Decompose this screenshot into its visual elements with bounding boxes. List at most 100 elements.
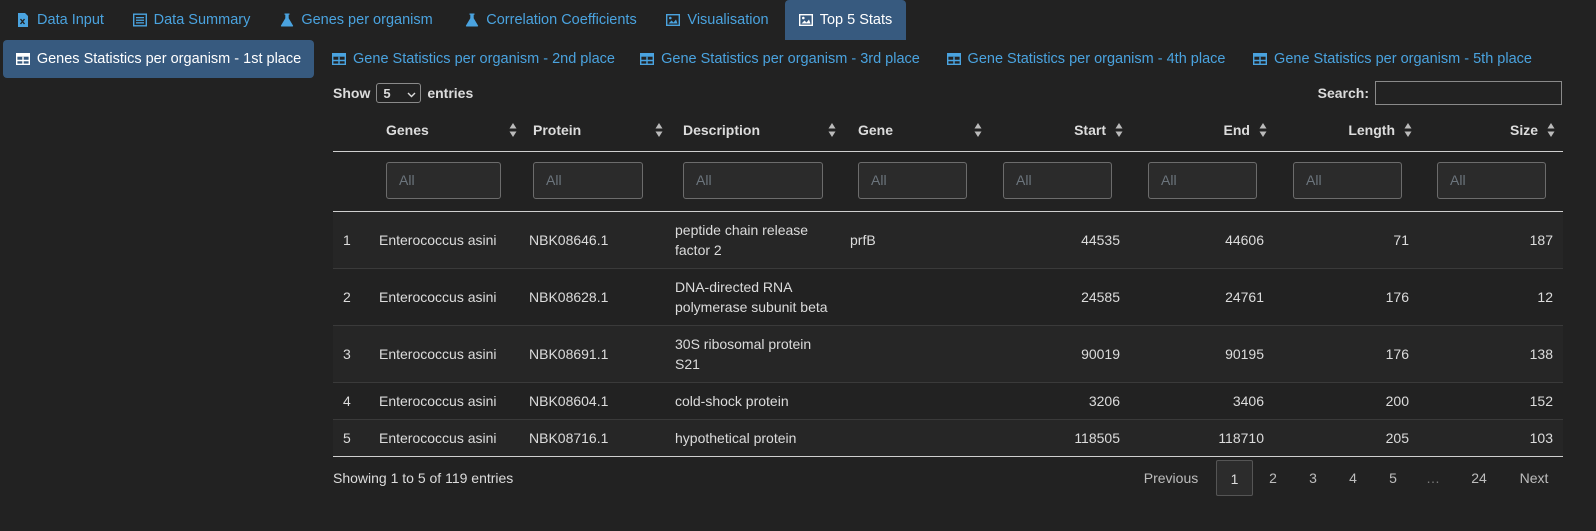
column-header-gene[interactable]: Gene [858, 110, 893, 151]
column-header-genes[interactable]: Genes [386, 110, 429, 151]
filter-length[interactable]: All [1293, 162, 1402, 199]
cell-size: 152 [1529, 393, 1553, 409]
cell-protein: NBK08716.1 [529, 430, 609, 446]
pagination-page-24[interactable]: 24 [1456, 460, 1502, 496]
filter-gene[interactable]: All [858, 162, 967, 199]
tab-data-input[interactable]: Data Input [8, 0, 112, 40]
cell-end: 90195 [1225, 346, 1264, 362]
pagination-ellipsis: … [1426, 470, 1440, 486]
filter-end[interactable]: All [1148, 162, 1257, 199]
pagination-previous[interactable]: Previous [1130, 460, 1212, 496]
tab-correlation-coefficients[interactable]: Correlation Coefficients [456, 0, 646, 40]
tab-label: Correlation Coefficients [486, 12, 637, 28]
cell-length: 176 [1385, 346, 1409, 362]
table-bottom-border [333, 456, 1563, 457]
table-header: Genes Protein Description Gene Start End… [333, 110, 1563, 152]
cell-protein: NBK08604.1 [529, 393, 609, 409]
pagination-page-3[interactable]: 3 [1295, 460, 1331, 496]
filter-protein[interactable]: All [533, 162, 643, 199]
column-header-start[interactable]: Start [1003, 110, 1106, 151]
table-icon [15, 52, 30, 66]
sort-icon [1115, 122, 1123, 141]
subtab-3rd-place[interactable]: Gene Statistics per organism - 3rd place [632, 40, 928, 78]
subtab-label: Gene Statistics per organism - 5th place [1274, 51, 1532, 67]
search-input[interactable] [1375, 81, 1562, 105]
subtab-5th-place[interactable]: Gene Statistics per organism - 5th place [1245, 40, 1540, 78]
sort-icon [1259, 122, 1267, 141]
column-header-size[interactable]: Size [1433, 110, 1538, 151]
show-label: Show [333, 85, 371, 101]
cell-protein: NBK08691.1 [529, 346, 609, 362]
tab-genes-per-organism[interactable]: Genes per organism [271, 0, 442, 40]
entries-per-page-select[interactable]: 5 [376, 83, 422, 103]
entries-length-control: Show 5 entries [333, 82, 473, 104]
table-row[interactable]: 5 Enterococcus asini NBK08716.1 hypothet… [333, 420, 1563, 456]
tab-label: Data Input [37, 12, 104, 28]
cell-start: 118505 [1074, 430, 1120, 446]
cell-length: 200 [1385, 393, 1409, 409]
cell-start: 44535 [1081, 232, 1120, 248]
sort-icon [974, 122, 982, 141]
row-index: 5 [343, 430, 351, 446]
sort-icon [828, 122, 836, 141]
filter-start[interactable]: All [1003, 162, 1112, 199]
column-header-description[interactable]: Description [683, 110, 760, 151]
cell-end: 3406 [1232, 393, 1264, 409]
tab-data-summary[interactable]: Data Summary [126, 0, 257, 40]
table-row[interactable]: 3 Enterococcus asini NBK08691.1 30S ribo… [333, 326, 1563, 383]
cell-start: 24585 [1081, 289, 1120, 305]
pagination-page-4[interactable]: 4 [1335, 460, 1371, 496]
pagination-page-5[interactable]: 5 [1375, 460, 1411, 496]
cell-end: 44606 [1225, 232, 1264, 248]
tab-top-5-stats[interactable]: Top 5 Stats [785, 0, 906, 40]
flask-icon [465, 13, 479, 27]
column-header-protein[interactable]: Protein [533, 110, 581, 151]
cell-size: 187 [1529, 232, 1553, 248]
cell-length: 205 [1385, 430, 1409, 446]
row-index: 3 [343, 346, 351, 362]
cell-end: 118710 [1218, 430, 1264, 446]
tab-visualisation[interactable]: Visualisation [659, 0, 776, 40]
cell-protein: NBK08646.1 [529, 232, 609, 248]
filter-description[interactable]: All [683, 162, 823, 199]
file-excel-icon [16, 13, 30, 27]
cell-description: cold-shock protein [675, 393, 789, 409]
cell-genes: Enterococcus asini [379, 430, 497, 446]
flask-icon [280, 13, 294, 27]
cell-size: 12 [1537, 289, 1553, 305]
sort-icon [1547, 122, 1555, 141]
cell-description: peptide chain release factor 2 [675, 222, 809, 258]
cell-size: 138 [1529, 346, 1553, 362]
row-index: 2 [343, 289, 351, 305]
row-index: 1 [343, 232, 351, 248]
cell-genes: Enterococcus asini [379, 393, 497, 409]
data-table: Genes Protein Description Gene Start End… [333, 110, 1563, 457]
row-index: 4 [343, 393, 351, 409]
cell-description: 30S ribosomal protein S21 [675, 336, 812, 372]
subtab-4th-place[interactable]: Gene Statistics per organism - 4th place [939, 40, 1233, 78]
cell-genes: Enterococcus asini [379, 232, 497, 248]
column-header-length[interactable]: Length [1283, 110, 1395, 151]
pagination-page-2[interactable]: 2 [1255, 460, 1291, 496]
table-row[interactable]: 2 Enterococcus asini NBK08628.1 DNA-dire… [333, 269, 1563, 326]
pagination-next[interactable]: Next [1507, 460, 1561, 496]
cell-genes: Enterococcus asini [379, 289, 497, 305]
subtab-2nd-place[interactable]: Gene Statistics per organism - 2nd place [324, 40, 623, 78]
table-icon [946, 52, 961, 66]
table-icon [640, 52, 655, 66]
cell-length: 71 [1393, 232, 1409, 248]
filter-genes[interactable]: All [386, 162, 501, 199]
table-row[interactable]: 1 Enterococcus asini NBK08646.1 peptide … [333, 212, 1563, 269]
sort-icon [509, 122, 517, 141]
column-header-end[interactable]: End [1143, 110, 1250, 151]
table-row[interactable]: 4 Enterococcus asini NBK08604.1 cold-sho… [333, 383, 1563, 420]
cell-genes: Enterococcus asini [379, 346, 497, 362]
subtab-label: Gene Statistics per organism - 4th place [967, 51, 1226, 67]
cell-end: 24761 [1225, 289, 1264, 305]
pagination-page-1[interactable]: 1 [1216, 460, 1253, 496]
sort-icon [655, 122, 663, 141]
filter-size[interactable]: All [1437, 162, 1546, 199]
subtab-1st-place[interactable]: Genes Statistics per organism - 1st plac… [3, 40, 314, 78]
cell-gene: prfB [850, 232, 876, 248]
tab-label: Visualisation [687, 12, 769, 28]
